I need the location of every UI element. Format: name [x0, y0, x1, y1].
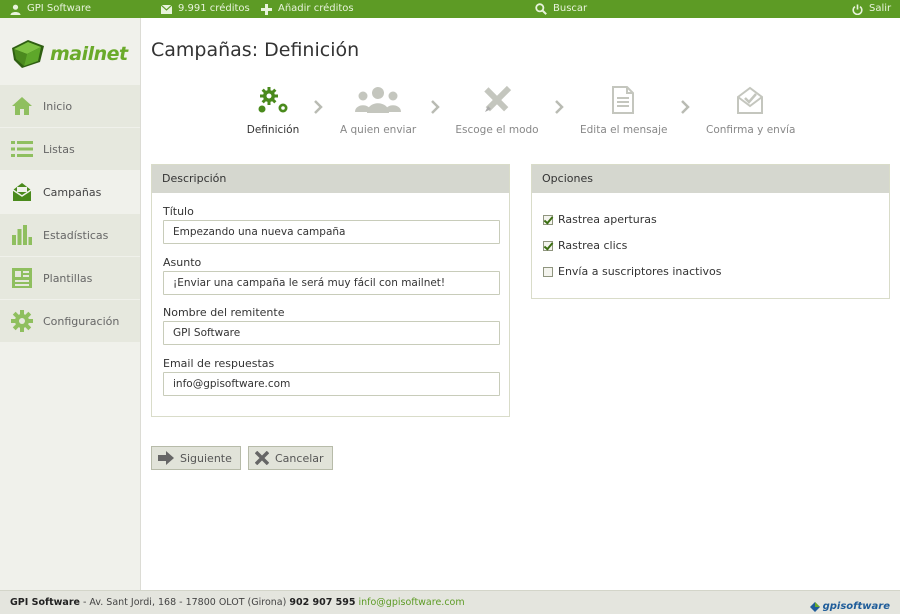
title-input[interactable]: Empezando una nueva campaña [163, 220, 500, 244]
user-menu[interactable]: GPI Software [10, 0, 91, 18]
gpisoftware-logo[interactable]: gpisoftware [809, 595, 890, 614]
bar-chart-icon [11, 224, 33, 246]
sidebar-nav: Inicio Listas Campañas Estadísticas Plan… [0, 85, 140, 343]
top-bar: GPI Software 9.991 créditos Añadir crédi… [0, 0, 900, 18]
sidebar-item-label: Campañas [43, 185, 102, 199]
add-credits-link[interactable]: Añadir créditos [261, 0, 354, 18]
sidebar-item-estadisticas[interactable]: Estadísticas [0, 214, 140, 257]
sidebar-item-inicio[interactable]: Inicio [0, 85, 140, 128]
step-definicion[interactable]: Definición [242, 84, 304, 136]
close-icon [255, 451, 269, 465]
envelope-icon [11, 181, 33, 203]
template-icon [11, 267, 33, 289]
search-link[interactable]: Buscar [535, 0, 587, 18]
subject-label: Asunto [163, 256, 202, 269]
step-label: Escoge el modo [455, 124, 539, 136]
gpi-logo-text: gpisoftware [822, 601, 890, 612]
footer-phone: 902 907 595 [289, 597, 356, 608]
gpi-logo-icon [809, 601, 820, 612]
title-label: Título [163, 205, 194, 218]
step-confirma-y-envia[interactable]: Confirma y envía [706, 84, 796, 136]
user-icon [10, 4, 21, 15]
add-credits-label: Añadir créditos [278, 3, 354, 14]
next-button-label: Siguiente [180, 451, 232, 465]
reply-email-label: Email de respuestas [163, 357, 275, 370]
sidebar-item-label: Listas [43, 142, 75, 156]
chevron-right-icon [313, 100, 323, 117]
step-label: Confirma y envía [706, 124, 796, 136]
list-icon [11, 138, 33, 160]
mailnet-logo[interactable]: mailnet [10, 34, 135, 74]
send-inactive-checkbox[interactable] [543, 266, 553, 277]
sidebar-item-label: Estadísticas [43, 228, 109, 242]
sidebar: mailnet Inicio Listas Campañas Estadísti… [0, 18, 141, 590]
mail-icon [161, 4, 172, 14]
logout-link[interactable]: Salir [852, 0, 891, 18]
sidebar-item-label: Configuración [43, 314, 120, 328]
options-panel: Opciones Rastrea aperturas Rastrea clics… [531, 164, 890, 299]
gear-icon [11, 310, 33, 332]
panel-title: Descripción [152, 165, 509, 193]
next-button[interactable]: Siguiente [151, 446, 241, 470]
gears-icon [242, 84, 304, 116]
logo-text: mailnet [50, 43, 128, 65]
subject-input[interactable]: ¡Enviar una campaña le será muy fácil co… [163, 271, 500, 295]
panel-title: Opciones [532, 165, 889, 193]
option-send-inactive[interactable]: Envía a suscriptores inactivos [543, 265, 721, 278]
option-label: Rastrea aperturas [558, 213, 657, 226]
chevron-right-icon [680, 100, 690, 117]
sender-name-label: Nombre del remitente [163, 306, 285, 319]
reply-email-input[interactable]: info@gpisoftware.com [163, 372, 500, 396]
users-icon [340, 84, 416, 116]
footer-address: - Av. Sant Jordi, 168 - 17800 OLOT (Giro… [79, 597, 290, 608]
sidebar-item-campanas[interactable]: Campañas [0, 171, 140, 214]
chevron-right-icon [554, 100, 564, 117]
option-track-opens[interactable]: Rastrea aperturas [543, 213, 657, 226]
description-panel: Descripción Título Empezando una nueva c… [151, 164, 510, 417]
option-label: Rastrea clics [558, 239, 628, 252]
option-track-clicks[interactable]: Rastrea clics [543, 239, 627, 252]
logout-label: Salir [869, 3, 892, 14]
page-title: Campañas: Definición [151, 39, 360, 61]
power-icon [852, 4, 863, 15]
sidebar-item-plantillas[interactable]: Plantillas [0, 257, 140, 300]
plus-icon [261, 3, 272, 15]
chevron-right-icon [430, 100, 440, 117]
track-opens-checkbox[interactable] [543, 214, 553, 225]
home-icon [11, 95, 33, 117]
step-label: A quien enviar [340, 124, 417, 136]
sidebar-item-listas[interactable]: Listas [0, 128, 140, 171]
step-a-quien-enviar[interactable]: A quien enviar [340, 84, 416, 136]
footer-email-link[interactable]: info@gpisoftware.com [358, 597, 464, 608]
step-label: Definición [246, 124, 300, 136]
user-name: GPI Software [27, 3, 91, 14]
pencil-ruler-icon [454, 84, 540, 116]
track-clicks-checkbox[interactable] [543, 240, 553, 251]
sender-name-input[interactable]: GPI Software [163, 321, 500, 345]
footer: GPI Software - Av. Sant Jordi, 168 - 178… [0, 590, 900, 614]
credits-count: 9.991 créditos [178, 3, 250, 14]
open-envelope-icon [706, 84, 794, 116]
step-label: Edita el mensaje [580, 124, 668, 136]
step-escoge-el-modo[interactable]: Escoge el modo [454, 84, 540, 136]
credits-display: 9.991 créditos [161, 0, 250, 18]
sidebar-item-label: Inicio [43, 99, 73, 113]
sidebar-item-configuracion[interactable]: Configuración [0, 300, 140, 343]
search-icon [535, 3, 547, 15]
sidebar-item-label: Plantillas [43, 271, 93, 285]
document-icon [580, 84, 666, 116]
logo-icon [12, 40, 44, 68]
wizard-steps: Definición A quien enviar Escoge el modo [240, 84, 810, 144]
option-label: Envía a suscriptores inactivos [558, 265, 722, 278]
footer-company: GPI Software [10, 597, 80, 608]
arrow-right-icon [158, 451, 174, 465]
cancel-button[interactable]: Cancelar [248, 446, 333, 470]
cancel-button-label: Cancelar [275, 451, 324, 465]
step-edita-el-mensaje[interactable]: Edita el mensaje [580, 84, 668, 136]
search-label: Buscar [553, 3, 588, 14]
